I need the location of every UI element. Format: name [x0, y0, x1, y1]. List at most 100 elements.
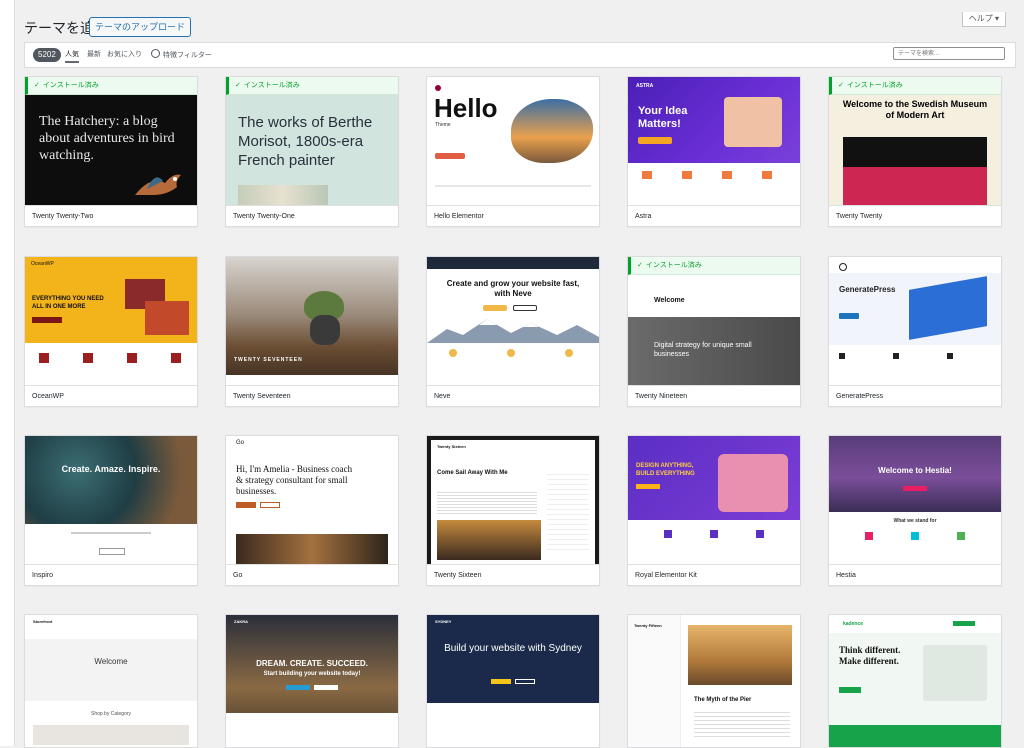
- preview-title: EVERYTHING YOU NEED ALL IN ONE MORE: [32, 296, 104, 310]
- theme-card[interactable]: Create and grow your website fast, with …: [426, 256, 600, 407]
- theme-card[interactable]: Storefront Welcome Shop by Category: [24, 614, 198, 748]
- theme-install-page: テーマを追加 テーマのアップロード ヘルプ ▾ 5202 人気 最新 お気に入り…: [18, 0, 1018, 748]
- tab-latest[interactable]: 最新: [87, 49, 101, 61]
- preview-title: Think different. Make different.: [839, 645, 901, 666]
- feature-icon: [171, 353, 181, 363]
- preview-title: Hello: [434, 93, 498, 123]
- theme-screenshot: The works of Berthe Morisot, 1800s-era F…: [226, 77, 398, 205]
- cta-button: [638, 137, 672, 144]
- theme-card[interactable]: TWENTY SEVENTEEN Twenty Seventeen: [225, 256, 399, 407]
- feature-icon: [957, 532, 965, 540]
- theme-card[interactable]: Create. Amaze. Inspire. Inspiro: [24, 435, 198, 586]
- theme-count-badge: 5202: [33, 48, 61, 62]
- feature-icon: [682, 171, 692, 179]
- preview-title: Create and grow your website fast, with …: [446, 279, 580, 298]
- preview-subtitle: Start building your website today!: [263, 671, 361, 677]
- preview-welcome: Welcome: [654, 297, 685, 304]
- cta-button: [903, 486, 927, 491]
- painting-thumb: [238, 185, 328, 205]
- theme-card[interactable]: SYDNEY Build your website with Sydney: [426, 614, 600, 748]
- hero-dark-band: [843, 137, 987, 167]
- theme-screenshot: Welcome to the Swedish Museum of Modern …: [829, 77, 1001, 205]
- preview-title: Come Sail Away With Me: [437, 470, 508, 476]
- help-tab-button[interactable]: ヘルプ ▾: [961, 12, 1006, 27]
- theme-screenshot: GeneratePress: [829, 257, 1001, 385]
- feature-icon: [565, 349, 573, 357]
- hero-red-band: [843, 167, 987, 205]
- theme-card[interactable]: Hello Theme Hello Elementor: [426, 76, 600, 227]
- installed-badge: ✓ インストール済み: [25, 77, 197, 95]
- feature-filter-button[interactable]: 特徴フィルター: [151, 49, 212, 62]
- logo-icon: [839, 263, 847, 271]
- feature-icon: [664, 530, 672, 538]
- pot: [310, 315, 340, 345]
- theme-card[interactable]: OceanWP EVERYTHING YOU NEED ALL IN ONE M…: [24, 256, 198, 407]
- theme-screenshot: Storefront Welcome Shop by Category: [25, 615, 197, 747]
- hero-image: [25, 436, 197, 524]
- theme-filter-bar: 5202 人気 最新 お気に入り 特徴フィルター: [24, 42, 1016, 68]
- preview-title: DESIGN ANYTHING, BUILD EVERYTHING: [636, 463, 695, 477]
- theme-card[interactable]: Welcome to Hestia! What we stand for Hes…: [828, 435, 1002, 586]
- preview-title: DREAM. CREATE. SUCCEED.: [256, 659, 368, 668]
- preview-title: Welcome to Hestia!: [878, 466, 952, 475]
- preview-brand: ZAKRA: [234, 619, 248, 624]
- illustration: [724, 97, 782, 147]
- theme-name: GeneratePress: [829, 385, 1001, 406]
- theme-card[interactable]: The works of Berthe Morisot, 1800s-era F…: [225, 76, 399, 227]
- theme-card[interactable]: GeneratePress GeneratePress: [828, 256, 1002, 407]
- preview-tagline: The Hatchery: a blog about adventures in…: [39, 114, 175, 163]
- preview-brand: OceanWP: [31, 261, 54, 267]
- text-block: [694, 709, 790, 739]
- theme-screenshot: Create. Amaze. Inspire.: [25, 436, 197, 564]
- page-header: テーマを追加 テーマのアップロード ヘルプ ▾: [18, 0, 1018, 40]
- sidebar: [628, 615, 681, 747]
- preview-brand: Storefront: [33, 619, 53, 624]
- feature-icon: [449, 349, 457, 357]
- preview-brand: Go: [236, 440, 245, 446]
- cta-button: [636, 484, 660, 489]
- text-block: [437, 490, 537, 514]
- photo: [145, 301, 189, 335]
- theme-screenshot: Twenty Sixteen Come Sail Away With Me: [427, 436, 599, 564]
- feature-filter-label: 特徴フィルター: [163, 52, 212, 59]
- preview-title: GeneratePress: [839, 285, 896, 294]
- features-row: [226, 713, 398, 747]
- theme-screenshot: kadence Think different. Make different.: [829, 615, 1001, 747]
- theme-card[interactable]: Twenty Fifteen The Myth of the Pier: [627, 614, 801, 748]
- theme-screenshot: The Hatchery: a blog about adventures in…: [25, 77, 197, 205]
- preview-title: Create. Amaze. Inspire.: [61, 464, 161, 474]
- theme-card[interactable]: ZAKRA DREAM. CREATE. SUCCEED. Start buil…: [225, 614, 399, 748]
- theme-name: Inspiro: [25, 564, 197, 585]
- gear-icon: [151, 49, 160, 58]
- theme-card[interactable]: Welcome to the Swedish Museum of Modern …: [828, 76, 1002, 227]
- installed-badge: ✓ インストール済み: [628, 257, 800, 275]
- theme-card[interactable]: DESIGN ANYTHING, BUILD EVERYTHING Royal …: [627, 435, 801, 586]
- tab-favorites[interactable]: お気に入り: [107, 49, 142, 61]
- hero-band: [25, 639, 197, 701]
- check-icon: ✓: [34, 82, 40, 89]
- feature-icon: [756, 530, 764, 538]
- theme-screenshot: TWENTY SEVENTEEN: [226, 257, 398, 385]
- cta-button: [839, 313, 859, 319]
- theme-screenshot: Hello Theme: [427, 77, 599, 205]
- secondary-button: [515, 679, 535, 684]
- feature-icon: [839, 353, 845, 359]
- theme-card[interactable]: Welcome Digital strategy for unique smal…: [627, 256, 801, 407]
- feature-icon: [911, 532, 919, 540]
- upload-theme-button[interactable]: テーマのアップロード: [89, 17, 192, 37]
- preview-title: Your Idea Matters!: [638, 105, 688, 130]
- theme-name: Twenty Twenty-One: [226, 205, 398, 226]
- preview-title: Welcome to the Swedish Museum of Modern …: [842, 99, 988, 120]
- bird-illustration: [135, 174, 181, 195]
- preview-title: Digital strategy for unique small busine…: [654, 342, 752, 358]
- cta-button: [99, 548, 125, 555]
- preview-title: Hi, I'm Amelia - Business coach & strate…: [236, 464, 353, 496]
- theme-search-input[interactable]: [893, 47, 1005, 60]
- theme-card[interactable]: kadence Think different. Make different.: [828, 614, 1002, 748]
- theme-card[interactable]: Go Hi, I'm Amelia - Business coach & str…: [225, 435, 399, 586]
- theme-card[interactable]: ASTRA Your Idea Matters! Astra: [627, 76, 801, 227]
- theme-card[interactable]: Twenty Sixteen Come Sail Away With Me Tw…: [426, 435, 600, 586]
- tab-popular[interactable]: 人気: [65, 49, 79, 63]
- preview-brand: SYDNEY: [435, 619, 452, 624]
- theme-card[interactable]: The Hatchery: a blog about adventures in…: [24, 76, 198, 227]
